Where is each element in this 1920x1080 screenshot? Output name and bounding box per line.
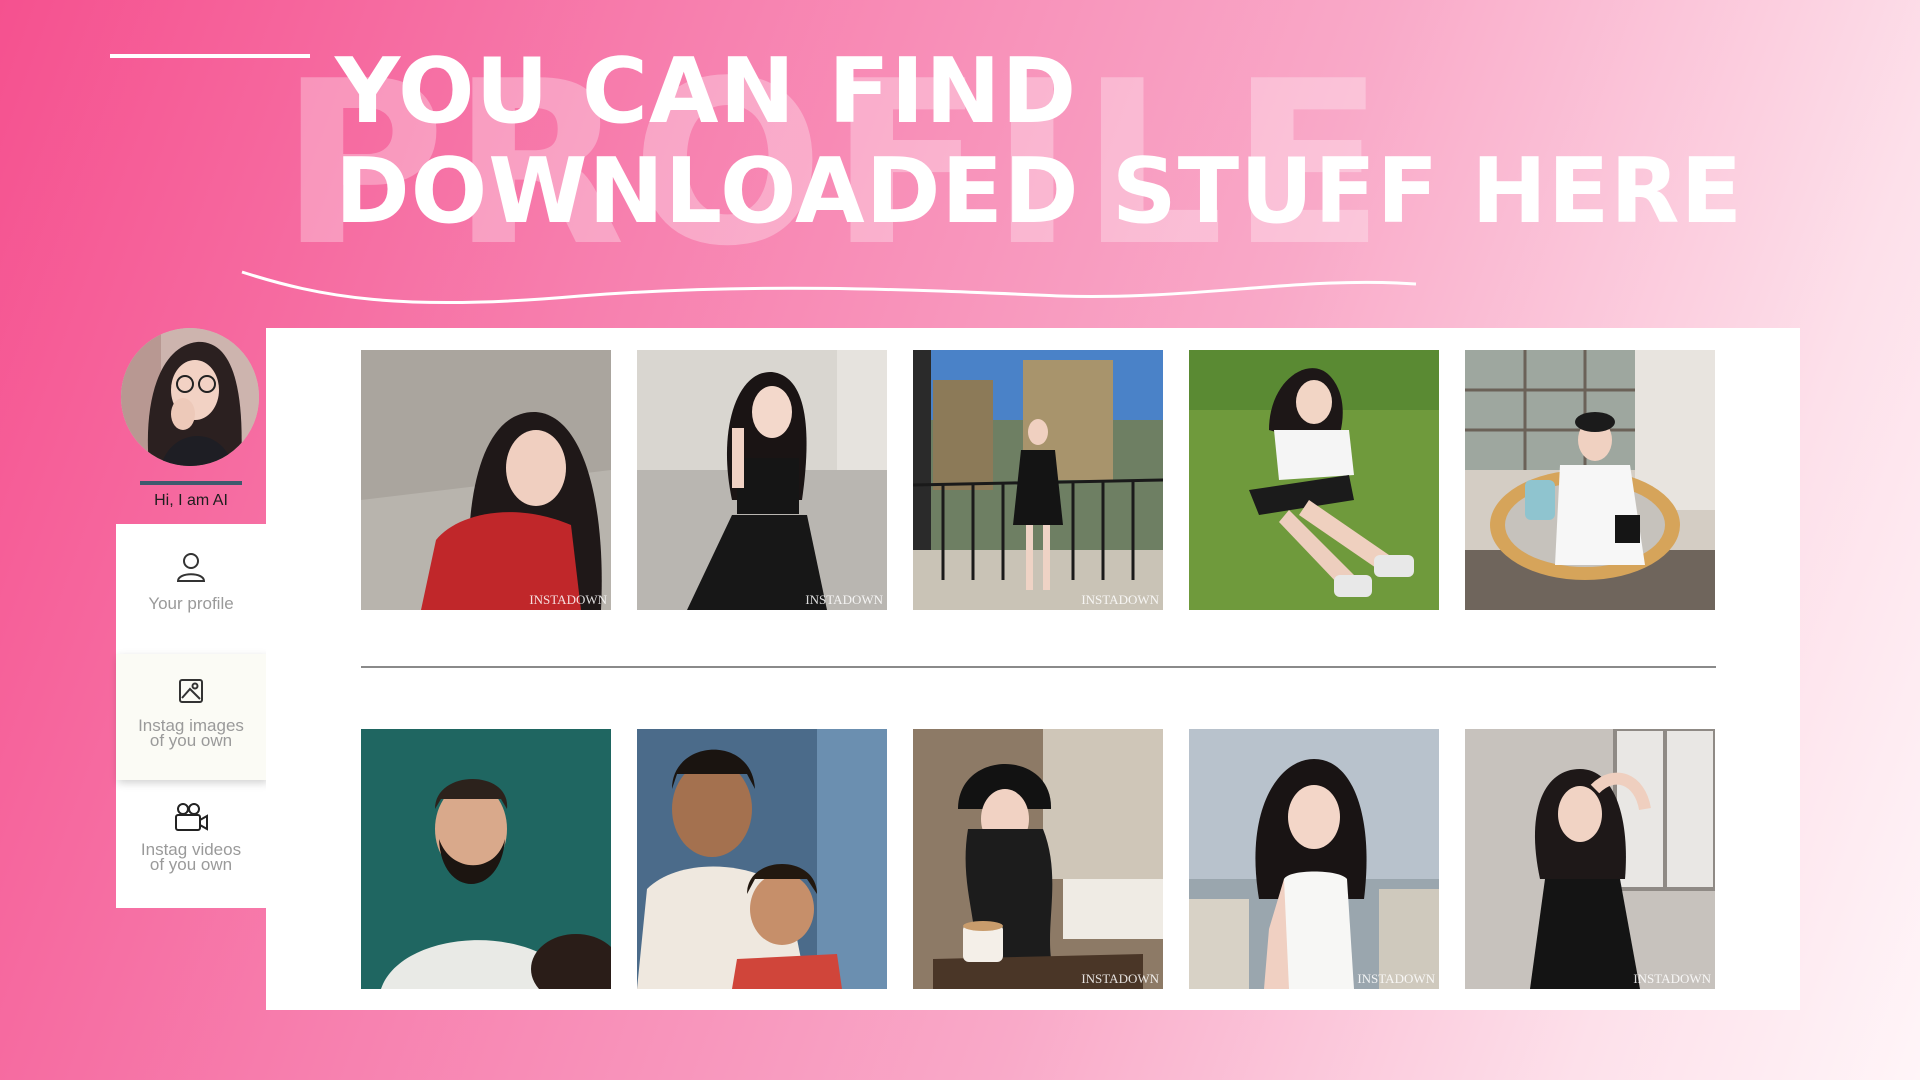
photo-girl-cafe[interactable]: INSTADOWN bbox=[913, 729, 1163, 989]
photo-girl-grass[interactable] bbox=[1189, 350, 1439, 610]
thumb-watermark: INSTADOWN bbox=[529, 592, 607, 607]
sidebar-item-label: Your profile bbox=[148, 594, 234, 613]
sidebar-item-label-2: of you own bbox=[149, 731, 233, 750]
video-camera-icon bbox=[175, 803, 208, 831]
photo-girl-balcony[interactable]: INSTADOWN bbox=[913, 350, 1163, 610]
decorative-line bbox=[110, 54, 310, 58]
avatar[interactable] bbox=[121, 328, 259, 466]
avatar-underline bbox=[140, 481, 242, 485]
photo-girl-window[interactable]: INSTADOWN bbox=[1465, 729, 1715, 989]
thumb-watermark: INSTADOWN bbox=[805, 592, 883, 607]
photo-girl-red-shirt[interactable]: INSTADOWN bbox=[361, 350, 611, 610]
headline-line-2: DOWNLOADED STUFF HERE bbox=[335, 139, 1744, 244]
image-icon bbox=[179, 679, 203, 703]
photo-girl-white-dress[interactable] bbox=[1465, 350, 1715, 610]
squiggle-underline bbox=[241, 270, 1417, 305]
thumb-watermark: INSTADOWN bbox=[1081, 971, 1159, 986]
sidebar-item-your-profile[interactable]: Your profile bbox=[116, 550, 266, 650]
page-headline: YOU CAN FIND DOWNLOADED STUFF HERE bbox=[335, 42, 1743, 242]
thumb-watermark: INSTADOWN bbox=[1357, 971, 1435, 986]
sidebar-item-label-2: of you own bbox=[149, 855, 233, 874]
thumb-watermark: INSTADOWN bbox=[1633, 971, 1711, 986]
photo-girl-black-top[interactable]: INSTADOWN bbox=[637, 350, 887, 610]
row-divider bbox=[361, 666, 1716, 668]
thumb-watermark: INSTADOWN bbox=[1081, 592, 1159, 607]
greeting-text: Hi, I am AI bbox=[154, 492, 228, 509]
sidebar-item-instag-videos[interactable]: Instag videos of you own bbox=[116, 802, 266, 898]
photo-girl-city[interactable]: INSTADOWN bbox=[1189, 729, 1439, 989]
headline-line-1: YOU CAN FIND bbox=[335, 39, 1078, 144]
photo-man-with-child[interactable] bbox=[637, 729, 887, 989]
photo-bearded-man[interactable] bbox=[361, 729, 611, 989]
sidebar-item-instag-images[interactable]: Instag images of you own bbox=[116, 654, 278, 780]
sidebar: Your profile Instag images of you own In… bbox=[116, 524, 278, 908]
user-icon bbox=[176, 553, 206, 582]
